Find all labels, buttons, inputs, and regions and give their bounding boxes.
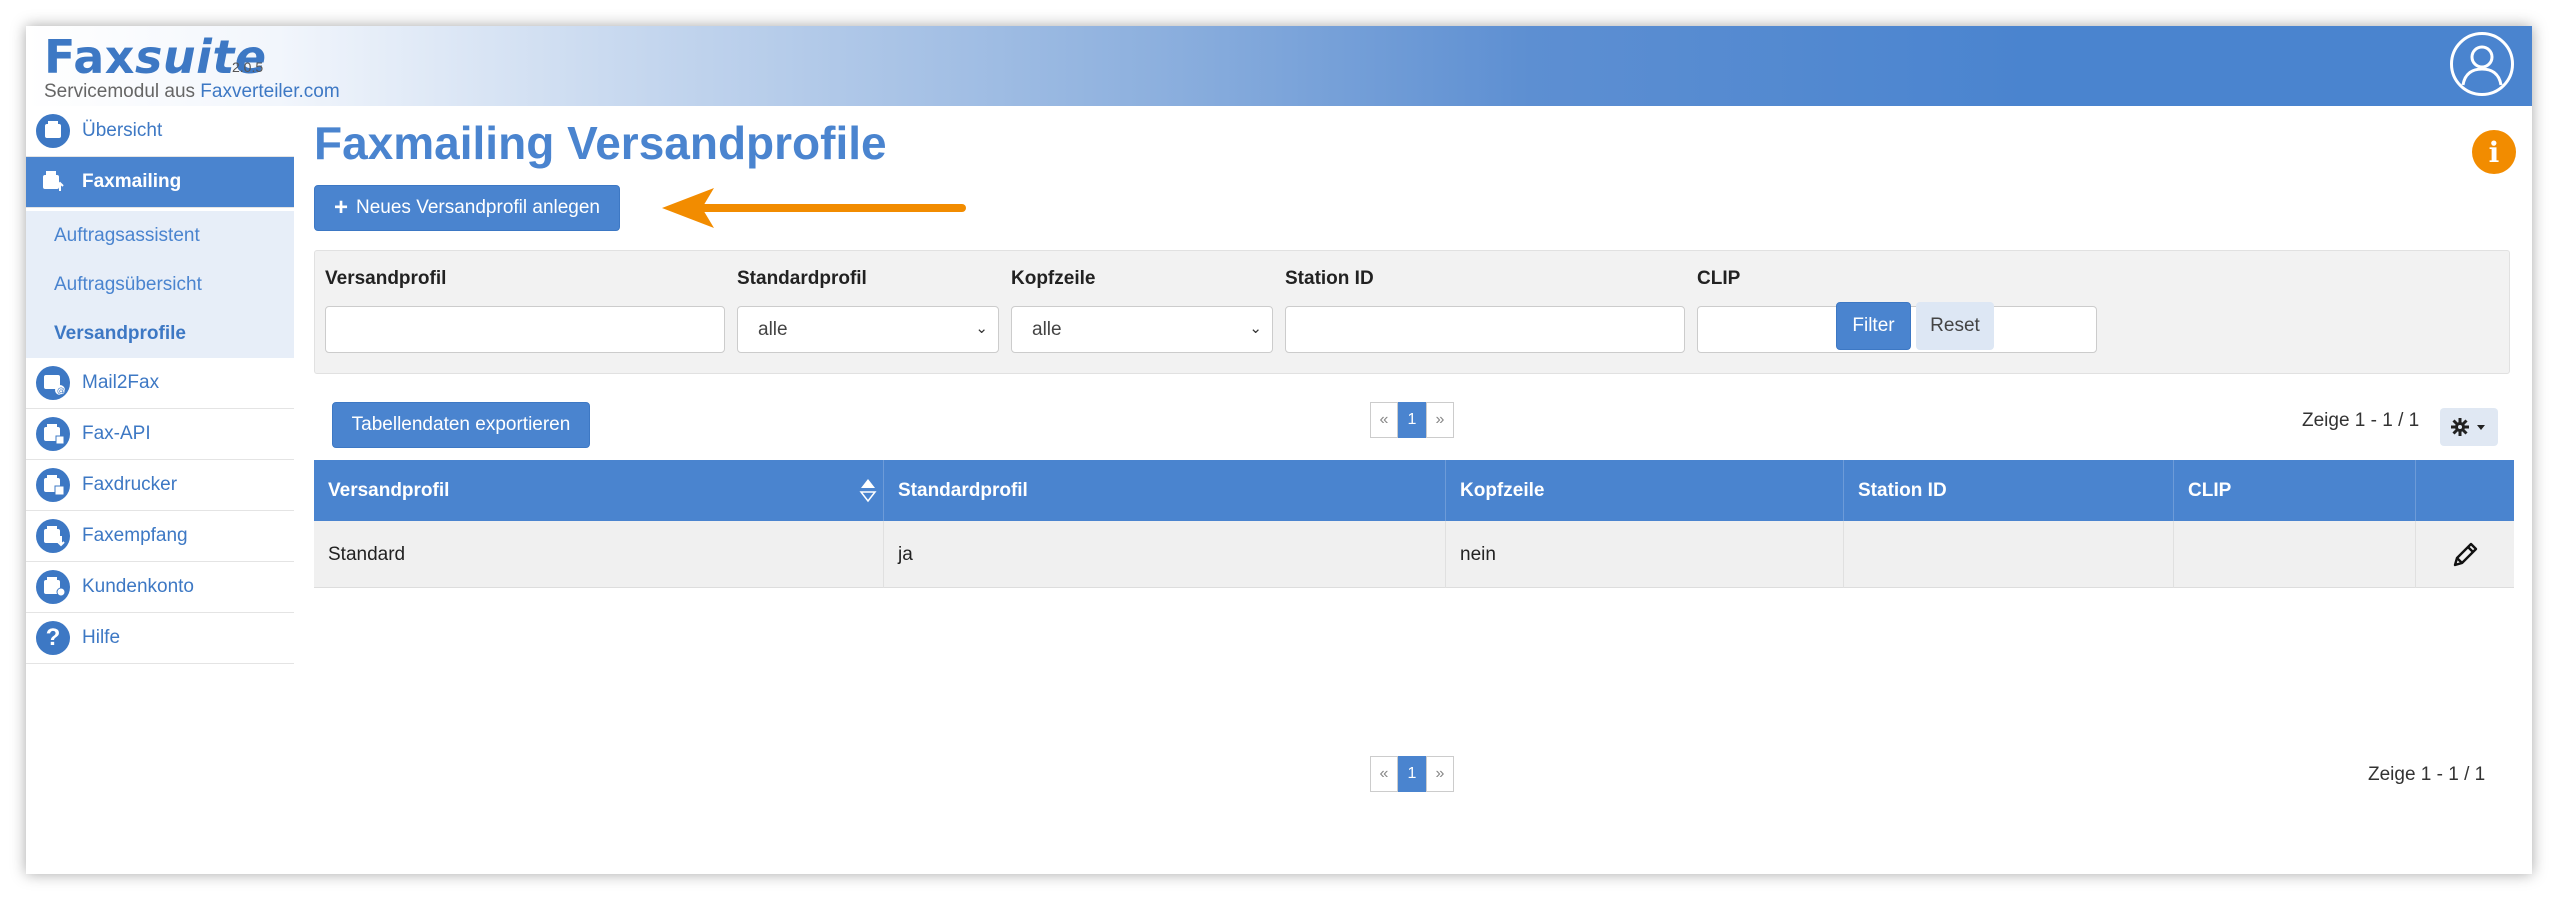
sidebar-item-fax-api[interactable]: Fax-API [26, 409, 294, 460]
sidebar-item-label: Faxempfang [82, 525, 188, 546]
info-icon[interactable]: i [2472, 130, 2516, 174]
sidebar-subitem-versandprofile[interactable]: Versandprofile [26, 309, 294, 358]
sidebar-item-mail2fax[interactable]: @ Mail2Fax [26, 358, 294, 409]
fax-api-icon [36, 417, 70, 451]
filter-label-standardprofil: Standardprofil [737, 268, 867, 289]
table-row[interactable]: Standard ja nein [314, 521, 2514, 588]
sidebar-subitem-auftragsuebersicht[interactable]: Auftragsübersicht [26, 260, 294, 309]
fax-receive-icon [36, 519, 70, 553]
version-label: 2.0.5 [232, 59, 264, 75]
pagination-prev-button[interactable]: « [1370, 756, 1398, 792]
app-window: Faxsuite 2.0.5 Servicemodul aus Faxverte… [26, 26, 2532, 874]
gear-icon [2451, 418, 2485, 436]
column-header-versandprofil[interactable]: Versandprofil [314, 460, 884, 521]
record-count-bottom: Zeige 1 - 1 / 1 [2368, 764, 2486, 785]
column-header-label: Versandprofil [328, 479, 450, 501]
help-icon: ? [36, 621, 70, 655]
filter-panel: Versandprofil Standardprofil Kopfzeile S… [314, 250, 2510, 374]
sidebar: Übersicht Faxmailing Auftragsassistent A… [26, 106, 294, 874]
sidebar-item-label: Fax-API [82, 423, 151, 444]
sidebar-item-hilfe[interactable]: ? Hilfe [26, 613, 294, 664]
chevron-down-icon: ⌄ [1249, 320, 1262, 337]
page-title: Faxmailing Versandprofile [314, 117, 887, 169]
sidebar-subitem-auftragsassistent[interactable]: Auftragsassistent [26, 211, 294, 260]
sidebar-item-faxmailing[interactable]: Faxmailing [26, 157, 294, 208]
sidebar-item-label: Kundenkonto [82, 576, 194, 597]
brand-part-1: Fax [44, 30, 135, 84]
table-header: Versandprofil Standardprofil Kopfzeile S… [314, 460, 2514, 521]
mail2fax-icon: @ [36, 366, 70, 400]
brand-logo[interactable]: Faxsuite [44, 30, 267, 84]
sidebar-item-faxempfang[interactable]: Faxempfang [26, 511, 294, 562]
new-profile-button[interactable]: + Neues Versandprofil anlegen [314, 185, 620, 231]
faxmailing-icon [36, 165, 70, 199]
pagination-page-button[interactable]: 1 [1398, 756, 1426, 792]
column-header-clip[interactable]: CLIP [2174, 460, 2416, 521]
app-header: Faxsuite 2.0.5 Servicemodul aus Faxverte… [26, 26, 2532, 106]
filter-label-clip: CLIP [1697, 268, 1741, 289]
pagination-top: « 1 » [1370, 402, 1454, 438]
column-header-kopfzeile[interactable]: Kopfzeile [1446, 460, 1844, 521]
kopfzeile-select[interactable]: alle ⌄ [1011, 306, 1273, 353]
new-profile-button-label: Neues Versandprofil anlegen [356, 197, 601, 218]
export-table-button[interactable]: Tabellendaten exportieren [332, 402, 590, 448]
filter-label-kopfzeile: Kopfzeile [1011, 268, 1096, 289]
sidebar-item-label: Mail2Fax [82, 372, 160, 393]
table-settings-button[interactable] [2440, 408, 2498, 446]
sidebar-item-label: Faxdrucker [82, 474, 178, 495]
pagination-page-button[interactable]: 1 [1398, 402, 1426, 438]
sidebar-item-label: Hilfe [82, 627, 121, 648]
cell-clip [2174, 521, 2416, 588]
sidebar-item-label: Faxmailing [82, 171, 182, 192]
sidebar-item-kundenkonto[interactable]: Kundenkonto [26, 562, 294, 613]
cell-kopfzeile: nein [1446, 521, 1844, 588]
pagination-bottom: « 1 » [1370, 756, 1454, 792]
printer-icon [36, 468, 70, 502]
overview-icon [36, 114, 70, 148]
plus-icon: + [333, 194, 348, 221]
user-avatar-icon[interactable] [2450, 32, 2514, 96]
brand-part-2: suite [134, 30, 267, 84]
column-header-actions [2416, 460, 2514, 521]
versandprofil-input[interactable] [325, 306, 725, 353]
pagination-prev-button[interactable]: « [1370, 402, 1398, 438]
pagination-next-button[interactable]: » [1426, 402, 1454, 438]
annotation-arrow-left-icon [662, 188, 966, 228]
cell-actions [2416, 521, 2514, 588]
column-header-station-id[interactable]: Station ID [1844, 460, 2174, 521]
column-header-standardprofil[interactable]: Standardprofil [884, 460, 1446, 521]
sidebar-item-faxdrucker[interactable]: Faxdrucker [26, 460, 294, 511]
svg-text:@: @ [57, 386, 65, 395]
filter-label-versandprofil: Versandprofil [325, 268, 447, 289]
account-icon [36, 570, 70, 604]
edit-pencil-icon[interactable] [2449, 539, 2481, 571]
standardprofil-select[interactable]: alle ⌄ [737, 306, 999, 353]
filter-label-station-id: Station ID [1285, 268, 1374, 289]
record-count-top: Zeige 1 - 1 / 1 [2302, 410, 2420, 431]
sidebar-item-uebersicht[interactable]: Übersicht [26, 106, 294, 157]
kopfzeile-select-value: alle [1032, 318, 1062, 340]
sort-icon[interactable] [859, 477, 877, 503]
subtitle-prefix: Servicemodul aus [44, 81, 201, 102]
station-id-input[interactable] [1285, 306, 1685, 353]
chevron-down-icon: ⌄ [975, 320, 988, 337]
cell-standardprofil: ja [884, 521, 1446, 588]
standardprofil-select-value: alle [758, 318, 788, 340]
brand-subtitle: Servicemodul aus Faxverteiler.com [44, 81, 340, 103]
reset-button[interactable]: Reset [1916, 302, 1994, 350]
cell-station-id [1844, 521, 2174, 588]
sidebar-item-label: Übersicht [82, 120, 163, 141]
subtitle-link[interactable]: Faxverteiler.com [200, 81, 339, 102]
filter-button[interactable]: Filter [1836, 302, 1911, 350]
pagination-next-button[interactable]: » [1426, 756, 1454, 792]
cell-versandprofil: Standard [314, 521, 884, 588]
